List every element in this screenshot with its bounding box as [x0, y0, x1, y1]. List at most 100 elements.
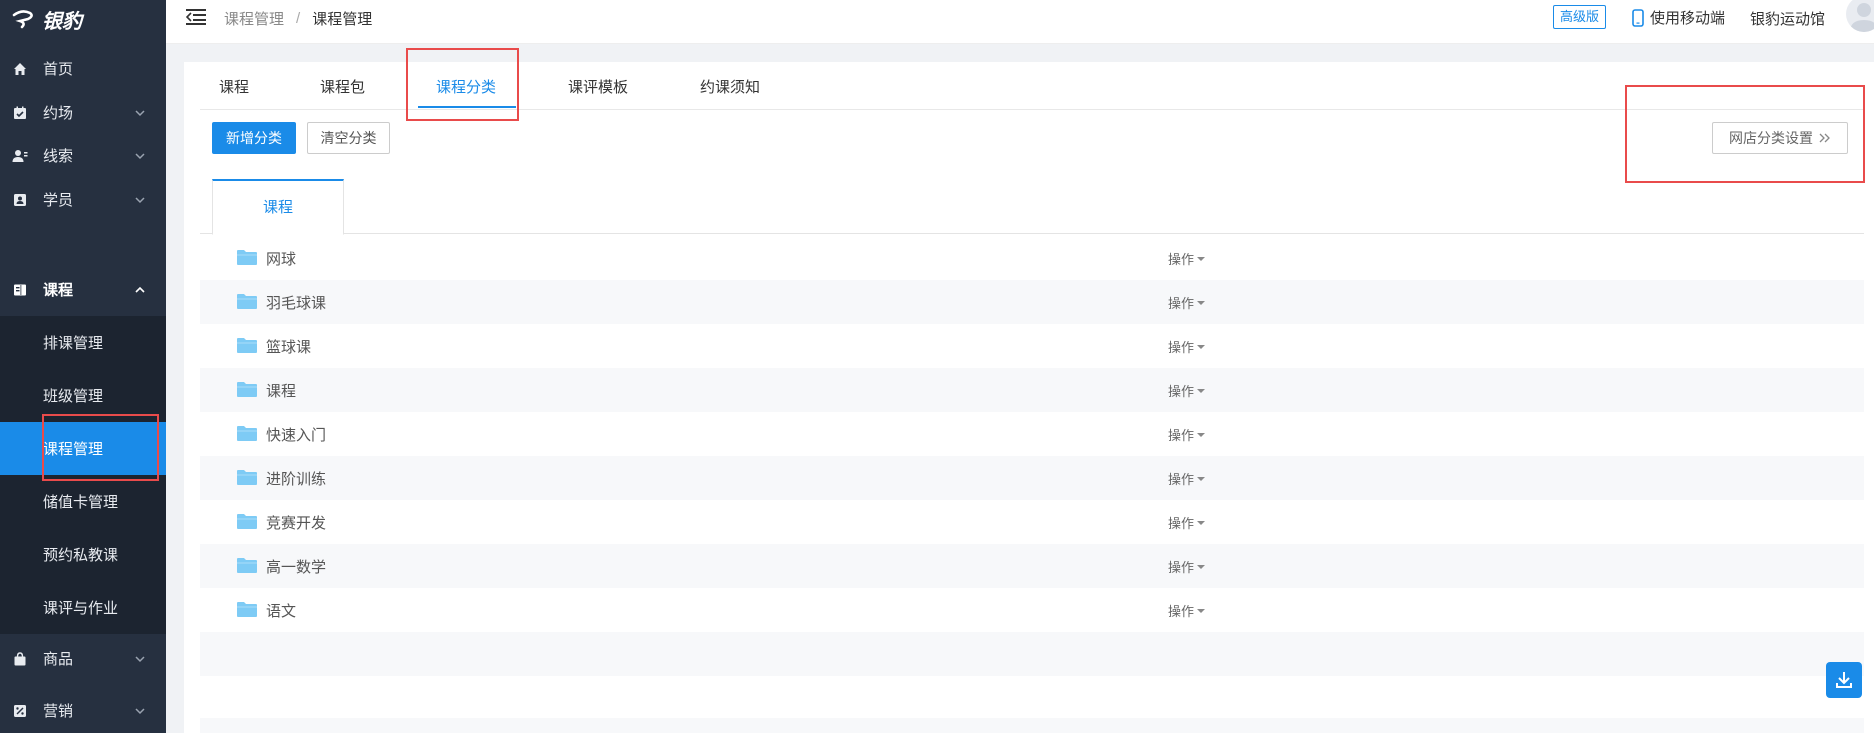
breadcrumb-current: 课程管理: [312, 11, 373, 28]
breadcrumb-separator: /: [296, 10, 301, 27]
add-category-button[interactable]: 新增分类: [212, 122, 296, 154]
category-name: 竞赛开发: [266, 515, 327, 532]
folder-icon: [237, 250, 257, 265]
submenu-item-label: 预约私教课: [43, 547, 119, 564]
double-chevron-right-icon: [1819, 133, 1830, 143]
row-actions-label: 操作: [1168, 560, 1195, 575]
submenu-item-scheduling[interactable]: 排课管理: [0, 316, 166, 369]
subtab-courses[interactable]: 课程: [212, 179, 344, 235]
sidebar-item-label: 学员: [43, 192, 74, 209]
row-actions-dropdown[interactable]: 操作: [1168, 425, 1206, 444]
list-item[interactable]: 快速入门 操作: [200, 412, 1864, 456]
book-icon: [12, 282, 28, 298]
row-actions-dropdown[interactable]: 操作: [1168, 469, 1206, 488]
tab-review-templates[interactable]: 课评模板: [568, 62, 628, 110]
chevron-up-icon: [135, 286, 145, 293]
logo-text: 银豹: [42, 10, 82, 33]
home-icon: [12, 61, 28, 77]
list-item[interactable]: 课程 操作: [200, 368, 1864, 412]
tab-course-packages[interactable]: 课程包: [320, 62, 365, 110]
submenu-item-reviews-homework[interactable]: 课评与作业: [0, 581, 166, 634]
category-name: 高一数学: [266, 559, 327, 576]
tab-booking-notes[interactable]: 约课须知: [700, 62, 760, 110]
caret-down-icon: [1197, 432, 1206, 437]
chevron-down-icon: [135, 152, 145, 159]
tab-course-categories[interactable]: 课程分类: [436, 62, 496, 110]
caret-down-icon: [1197, 476, 1206, 481]
category-name: 羽毛球课: [266, 295, 327, 312]
submenu-item-label: 课评与作业: [43, 600, 119, 617]
category-list: 网球 操作 羽毛球课 操作 篮球课 操作 课程 操作 快速入门 操作 进阶训练 …: [200, 236, 1864, 676]
sidebar-item-courses[interactable]: 课程: [0, 263, 166, 316]
submenu-item-label: 排课管理: [43, 335, 104, 352]
active-tab-indicator: [418, 106, 516, 108]
table-footer-strip: [200, 718, 1864, 733]
sidebar-item-marketing[interactable]: 营销: [0, 684, 166, 733]
store-category-settings-label: 网店分类设置: [1729, 130, 1813, 146]
category-name: 进阶训练: [266, 471, 327, 488]
caret-down-icon: [1197, 608, 1206, 613]
chevron-down-icon: [135, 655, 145, 662]
caret-down-icon: [1197, 344, 1206, 349]
submenu-item-classes[interactable]: 班级管理: [0, 369, 166, 422]
venue-name[interactable]: 银豹运动馆: [1750, 8, 1825, 29]
submenu-item-private-lessons[interactable]: 预约私教课: [0, 528, 166, 581]
category-name: 快速入门: [266, 427, 327, 444]
category-name: 语文: [266, 603, 297, 620]
collapse-menu-icon[interactable]: [186, 8, 206, 26]
avatar[interactable]: [1846, 0, 1874, 32]
list-item[interactable]: 竞赛开发 操作: [200, 500, 1864, 544]
folder-icon: [237, 294, 257, 309]
row-actions-label: 操作: [1168, 428, 1195, 443]
chevron-down-icon: [135, 707, 145, 714]
row-actions-dropdown[interactable]: 操作: [1168, 381, 1206, 400]
chevron-down-icon: [135, 196, 145, 203]
mobile-phone-icon: [1632, 8, 1644, 27]
sidebar-item-label: 首页: [43, 61, 74, 78]
row-actions-dropdown[interactable]: 操作: [1168, 601, 1206, 620]
row-actions-dropdown[interactable]: 操作: [1168, 249, 1206, 268]
tab-courses[interactable]: 课程: [219, 62, 249, 110]
bag-icon: [12, 651, 28, 667]
caret-down-icon: [1197, 520, 1206, 525]
store-category-settings-button[interactable]: 网店分类设置: [1712, 122, 1848, 154]
course-tabs: 课程 课程包 课程分类 课评模板 约课须知: [200, 62, 1864, 110]
row-actions-dropdown[interactable]: 操作: [1168, 513, 1206, 532]
breadcrumb-parent[interactable]: 课程管理: [224, 8, 284, 29]
folder-icon: [237, 514, 257, 529]
top-header: 课程管理 / 课程管理 高级版 使用移动端 银豹运动馆: [166, 0, 1874, 44]
logo-icon: [12, 10, 33, 29]
list-item[interactable]: 进阶训练 操作: [200, 456, 1864, 500]
list-item[interactable]: 网球 操作: [200, 236, 1864, 280]
list-item[interactable]: 篮球课 操作: [200, 324, 1864, 368]
app-logo[interactable]: 银豹: [12, 4, 82, 34]
row-actions-dropdown[interactable]: 操作: [1168, 337, 1206, 356]
row-actions-dropdown[interactable]: 操作: [1168, 557, 1206, 576]
list-item[interactable]: 语文 操作: [200, 588, 1864, 632]
breadcrumb: 课程管理 / 课程管理: [224, 8, 372, 29]
category-name: 课程: [266, 383, 297, 400]
folder-icon: [237, 558, 257, 573]
download-button[interactable]: [1826, 662, 1862, 698]
edition-badge: 高级版: [1553, 5, 1607, 29]
clear-categories-button[interactable]: 清空分类: [307, 122, 390, 154]
caret-down-icon: [1197, 388, 1206, 393]
folder-icon: [237, 602, 257, 617]
sidebar-item-students[interactable]: 学员: [0, 173, 166, 226]
user-lead-icon: [12, 148, 28, 164]
submenu-item-course-management[interactable]: 课程管理: [0, 422, 166, 475]
student-card-icon: [12, 192, 28, 208]
mobile-link[interactable]: 使用移动端: [1632, 7, 1725, 28]
row-actions-label: 操作: [1168, 516, 1195, 531]
empty-row: [200, 632, 1864, 676]
user-avatar-icon: [1850, 3, 1874, 32]
list-item[interactable]: 羽毛球课 操作: [200, 280, 1864, 324]
row-actions-dropdown[interactable]: 操作: [1168, 293, 1206, 312]
category-name: 篮球课: [266, 339, 312, 356]
caret-down-icon: [1197, 256, 1206, 261]
submenu-item-label: 课程管理: [43, 441, 104, 458]
list-item[interactable]: 高一数学 操作: [200, 544, 1864, 588]
sidebar-item-products[interactable]: 商品: [0, 632, 166, 685]
submenu-item-stored-value-cards[interactable]: 储值卡管理: [0, 475, 166, 528]
sidebar-item-label: 商品: [43, 651, 74, 668]
